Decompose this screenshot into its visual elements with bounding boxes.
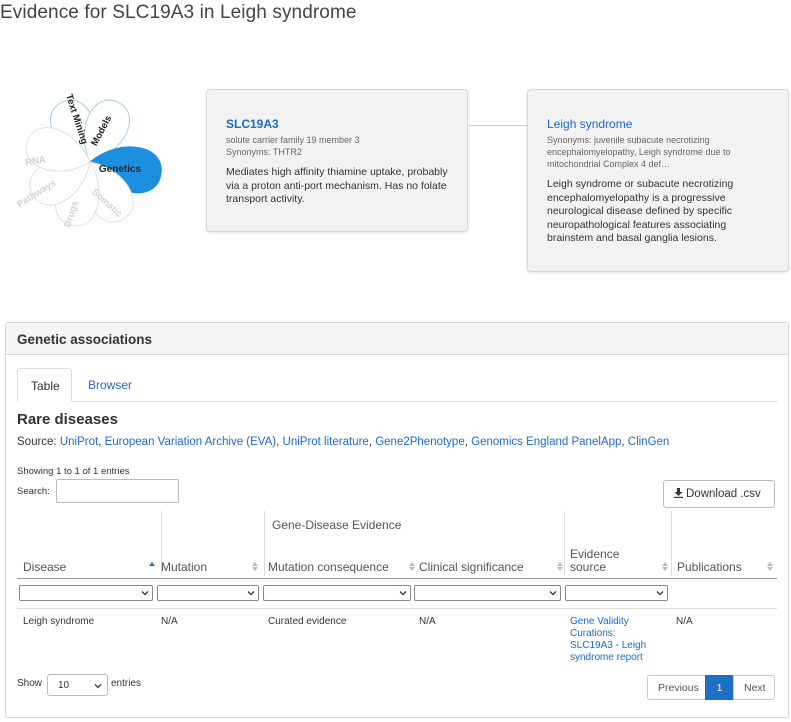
filter-mutation-consequence[interactable] — [263, 585, 411, 601]
filter-clinical-significance[interactable] — [414, 585, 561, 601]
tab-table[interactable]: Table — [17, 368, 72, 402]
panel-title: Genetic associations — [6, 323, 788, 355]
source-link-gene2phenotype[interactable]: Gene2Phenotype — [375, 436, 465, 448]
chevron-down-icon — [399, 591, 407, 596]
target-synonyms: Synonyms: THTR2 — [226, 147, 302, 157]
genetic-associations-panel: Genetic associations Table Browser Rare … — [5, 322, 789, 718]
filter-evidence-source[interactable] — [565, 585, 668, 601]
disease-description: Leigh syndrome or subacute necrotizing e… — [547, 178, 734, 244]
genetics-label: Genetics — [99, 164, 142, 175]
source-link-uniprot[interactable]: UniProt — [60, 436, 98, 448]
cell-mutation: N/A — [161, 616, 178, 627]
disease-name-link[interactable]: Leigh syndrome — [547, 117, 769, 131]
page-title: Evidence for SLC19A3 in Leigh syndrome — [0, 2, 357, 23]
column-header-label: Mutation — [161, 560, 208, 574]
show-label: Show — [17, 678, 43, 689]
sort-icon — [252, 562, 258, 571]
column-header-evidence-source[interactable]: Evidence source — [564, 546, 672, 576]
page-length-value: 10 — [58, 680, 70, 691]
sources-prefix: Source: — [17, 436, 57, 448]
previous-button[interactable]: Previous — [647, 675, 706, 700]
column-header-clinical-significance[interactable]: Clinical significance — [413, 546, 567, 576]
target-description: Mediates high affinity thiamine uptake, … — [226, 166, 448, 205]
column-header-label: Disease — [23, 560, 67, 574]
sort-icon — [662, 562, 668, 571]
download-csv-button[interactable]: Download .csv — [663, 480, 775, 508]
target-card: SLC19A3 solute carrier family 19 member … — [206, 89, 468, 232]
chevron-down-icon — [656, 591, 664, 596]
search-label: Search: — [17, 486, 50, 497]
column-header-label: Evidence source — [570, 547, 620, 574]
tab-browser[interactable]: Browser — [75, 368, 145, 402]
source-link-uniprot-literature[interactable]: UniProt literature — [283, 436, 369, 448]
cell-mutation-consequence: Curated evidence — [268, 616, 347, 627]
disease-card: Leigh syndrome Synonyms: juvenile subacu… — [527, 89, 789, 272]
section-title: Rare diseases — [17, 411, 118, 428]
column-header-label: Mutation consequence — [268, 560, 389, 574]
chevron-down-icon — [141, 591, 149, 596]
chevron-down-icon — [94, 684, 102, 689]
column-header-label: Publications — [677, 560, 742, 574]
column-header-mutation-consequence[interactable]: Mutation consequence — [262, 546, 419, 576]
entries-label: entries — [111, 678, 142, 689]
source-link-eva[interactable]: European Variation Archive (EVA) — [105, 436, 277, 448]
row-divider — [17, 608, 777, 609]
column-header-label: Clinical significance — [419, 560, 524, 574]
group-header: Gene-Disease Evidence — [272, 518, 402, 532]
page-length-select[interactable]: 10 — [47, 674, 108, 696]
target-symbol-link[interactable]: SLC19A3 — [226, 117, 448, 131]
source-link-clingen[interactable]: ClinGen — [628, 436, 670, 448]
card-connector — [469, 125, 527, 126]
header-divider — [17, 578, 777, 579]
cell-clinical-significance: N/A — [419, 616, 436, 627]
sort-icon — [557, 562, 563, 571]
page-1-button[interactable]: 1 — [705, 675, 734, 700]
disease-synonyms: Synonyms: juvenile subacute necrotizing … — [547, 135, 731, 169]
filter-mutation[interactable] — [157, 585, 259, 601]
chevron-down-icon — [549, 591, 557, 596]
next-button[interactable]: Next — [733, 675, 775, 700]
download-label: Download .csv — [686, 488, 761, 500]
chevron-down-icon — [247, 591, 255, 596]
filter-disease[interactable] — [19, 585, 153, 601]
target-full-name: solute carrier family 19 member 3 — [226, 135, 360, 145]
source-link-panelapp[interactable]: Genomics England PanelApp — [471, 436, 621, 448]
sources-line: Source: UniProt, European Variation Arch… — [17, 436, 669, 448]
column-header-mutation[interactable]: Mutation — [155, 546, 262, 576]
cell-disease: Leigh syndrome — [23, 616, 95, 627]
cell-evidence-source-link[interactable]: Gene Validity Curations: SLC19A3 - Leigh… — [564, 616, 656, 664]
download-icon — [674, 488, 683, 498]
entries-info: Showing 1 to 1 of 1 entries — [17, 466, 130, 477]
sort-icon — [767, 562, 773, 571]
cell-publications: N/A — [676, 616, 693, 627]
search-input[interactable] — [56, 479, 179, 503]
column-header-publications[interactable]: Publications — [671, 546, 777, 576]
evidence-flower: Text Mining ModelsGeneticsSomaticDrugsPat… — [15, 93, 162, 229]
column-header-disease[interactable]: Disease — [17, 546, 159, 576]
tab-bar: Table Browser — [17, 368, 778, 402]
